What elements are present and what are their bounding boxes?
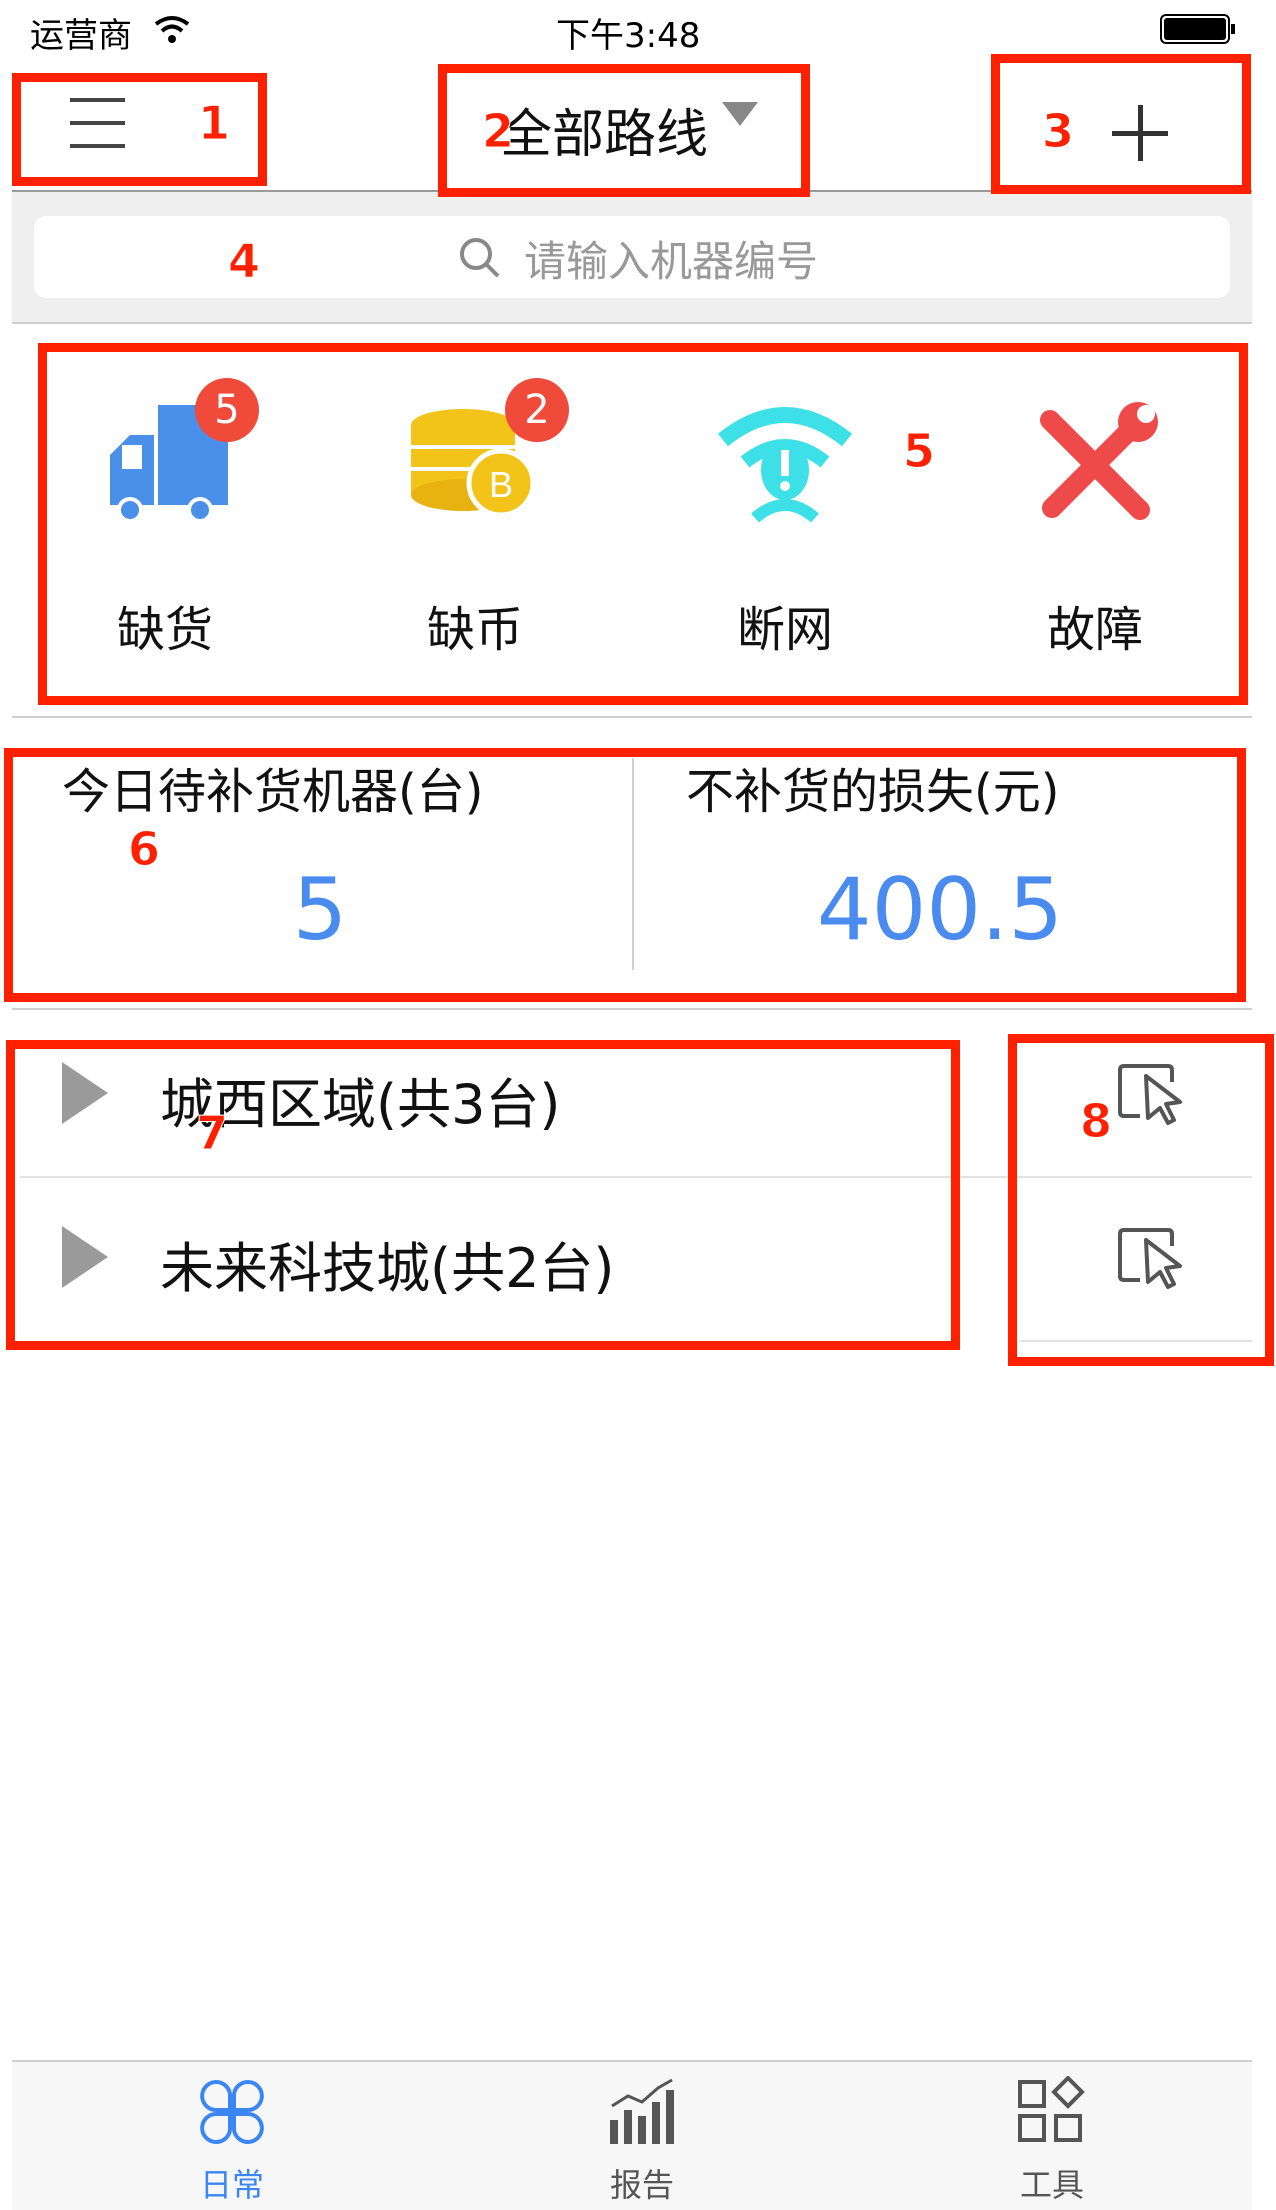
battery-icon bbox=[1160, 14, 1235, 44]
annotation-box-6 bbox=[4, 748, 1246, 1002]
grid-apps-icon bbox=[1018, 2076, 1085, 2142]
annotation-number: 1 bbox=[197, 96, 231, 151]
stats-divider-bottom bbox=[12, 1008, 1252, 1010]
bar-chart-icon bbox=[610, 2078, 674, 2144]
tab-label: 工具 bbox=[1019, 2166, 1084, 2204]
annotation-number: 5 bbox=[902, 424, 936, 479]
search-divider bbox=[12, 322, 1252, 324]
annotation-number: 8 bbox=[1079, 1094, 1113, 1149]
status-time: 下午3:48 bbox=[556, 16, 701, 56]
tab-daily[interactable]: 日常 bbox=[152, 2076, 312, 2210]
annotation-number: 4 bbox=[227, 234, 261, 289]
clover-icon bbox=[200, 2080, 264, 2144]
annotation-box-5 bbox=[38, 343, 1248, 705]
search-placeholder: 请输入机器编号 bbox=[524, 237, 819, 286]
annotation-number: 6 bbox=[127, 822, 161, 877]
categories-divider bbox=[12, 716, 1252, 718]
annotation-number: 7 bbox=[195, 1106, 229, 1161]
annotation-number: 2 bbox=[481, 104, 515, 159]
carrier-label: 运营商 bbox=[30, 16, 132, 56]
annotation-box-8 bbox=[1008, 1034, 1274, 1366]
search-bar-container: 请输入机器编号 bbox=[12, 192, 1252, 322]
search-input[interactable]: 请输入机器编号 bbox=[34, 216, 1230, 298]
wifi-icon bbox=[154, 16, 190, 43]
tab-tools[interactable]: 工具 bbox=[972, 2076, 1132, 2210]
tab-label: 报告 bbox=[609, 2166, 674, 2204]
annotation-box-7 bbox=[6, 1040, 960, 1350]
search-icon bbox=[460, 238, 500, 278]
tab-bar: 日常 报告 工具 bbox=[12, 2060, 1252, 2210]
annotation-number: 3 bbox=[1041, 104, 1075, 159]
tab-report[interactable]: 报告 bbox=[562, 2076, 722, 2210]
tab-label: 日常 bbox=[199, 2166, 264, 2204]
annotation-box-3 bbox=[991, 54, 1251, 194]
